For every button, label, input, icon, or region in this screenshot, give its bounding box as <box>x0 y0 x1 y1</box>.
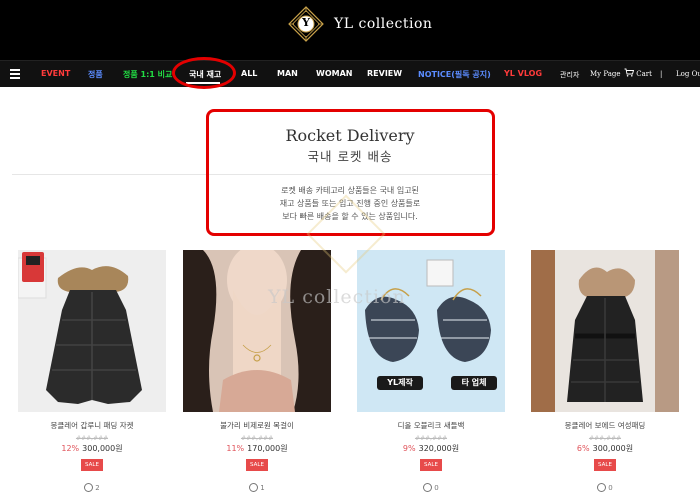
comment-count[interactable]: 2 <box>18 483 166 492</box>
highlight-ellipse <box>172 57 236 89</box>
product-discount: 6% <box>576 444 590 453</box>
product-old-price: ###,### <box>75 435 109 442</box>
comment-number: 0 <box>608 484 613 492</box>
comment-count[interactable]: 0 <box>357 483 505 492</box>
image-label-right: 타 업체 <box>461 378 487 387</box>
watermark-text: YL collection <box>268 286 406 308</box>
nav-genuine-compare[interactable]: 정품 1:1 비교 <box>123 69 172 80</box>
brand-name: YL collection <box>334 16 433 32</box>
nav-event[interactable]: EVENT <box>41 69 70 78</box>
product-name[interactable]: 디올 오블리크 새들백 <box>357 420 505 431</box>
product-card[interactable]: 몽클레어 보에드 여성패딩 ###,### 6% 300,000원 SALE 0 <box>531 250 679 492</box>
comment-icon <box>423 483 433 492</box>
product-price-row: 11% 170,000원 <box>183 443 331 454</box>
product-price: 300,000원 <box>592 444 634 453</box>
nav-review[interactable]: REVIEW <box>367 69 402 78</box>
main-nav: EVENT 정품 정품 1:1 비교 국내 재고 ALL MAN WOMAN R… <box>0 60 700 87</box>
comment-icon <box>84 483 94 492</box>
product-discount: 11% <box>226 444 245 453</box>
product-price: 300,000원 <box>82 444 123 453</box>
sale-badge: SALE <box>594 459 616 471</box>
comment-number: 1 <box>260 484 265 492</box>
nav-all[interactable]: ALL <box>241 69 257 78</box>
product-name[interactable]: 불가리 비제로원 목걸이 <box>183 420 331 431</box>
product-image[interactable]: YL제작 타 업체 <box>357 250 505 412</box>
product-old-price: ###,### <box>588 435 622 442</box>
cart-label: Cart <box>636 70 652 78</box>
menu-icon[interactable] <box>10 69 20 79</box>
top-header: Y YL collection <box>0 0 700 60</box>
product-name[interactable]: 몽클레어 보에드 여성패딩 <box>531 420 679 431</box>
nav-notice[interactable]: NOTICE(필독 공지) <box>418 69 491 80</box>
product-card[interactable]: 몽클레어 갑루니 패딩 자켓 ###,### 12% 300,000원 SALE … <box>18 250 166 492</box>
nav-man[interactable]: MAN <box>277 69 298 78</box>
product-price-row: 9% 320,000원 <box>357 443 505 454</box>
product-discount: 12% <box>61 444 80 453</box>
sale-badge: SALE <box>81 459 103 471</box>
logout-link[interactable]: Log Out <box>676 70 700 78</box>
product-name[interactable]: 몽클레어 갑루니 패딩 자켓 <box>18 420 166 431</box>
brand-logo[interactable]: Y YL collection <box>286 4 432 44</box>
image-label-left: YL제작 <box>387 378 413 387</box>
comment-count[interactable]: 0 <box>531 483 679 492</box>
nav-genuine[interactable]: 정품 <box>88 69 103 80</box>
product-price: 170,000원 <box>247 444 288 453</box>
comment-icon <box>597 483 607 492</box>
product-image[interactable] <box>531 250 679 412</box>
product-price: 320,000원 <box>418 444 460 453</box>
logo-emblem: Y <box>286 4 326 44</box>
nav-woman[interactable]: WOMAN <box>316 69 352 78</box>
nav-vlog[interactable]: YL VLOG <box>504 69 542 78</box>
comment-number: 2 <box>95 484 100 492</box>
product-old-price: ###,### <box>240 435 274 442</box>
sale-badge: SALE <box>246 459 268 471</box>
comment-icon <box>249 483 259 492</box>
cart-icon <box>624 68 635 77</box>
mypage-link[interactable]: My Page <box>590 70 621 78</box>
product-image[interactable] <box>183 250 331 412</box>
product-price-row: 12% 300,000원 <box>18 443 166 454</box>
cart-link[interactable]: Cart <box>624 68 652 78</box>
comment-count[interactable]: 1 <box>183 483 331 492</box>
nav-divider: | <box>660 70 663 78</box>
logo-letter: Y <box>302 16 310 29</box>
comment-number: 0 <box>434 484 439 492</box>
product-old-price: ###,### <box>414 435 448 442</box>
product-discount: 9% <box>402 444 416 453</box>
product-price-row: 6% 300,000원 <box>531 443 679 454</box>
sale-badge: SALE <box>420 459 442 471</box>
admin-link[interactable]: 관리자 <box>560 70 579 80</box>
product-image[interactable] <box>18 250 166 412</box>
